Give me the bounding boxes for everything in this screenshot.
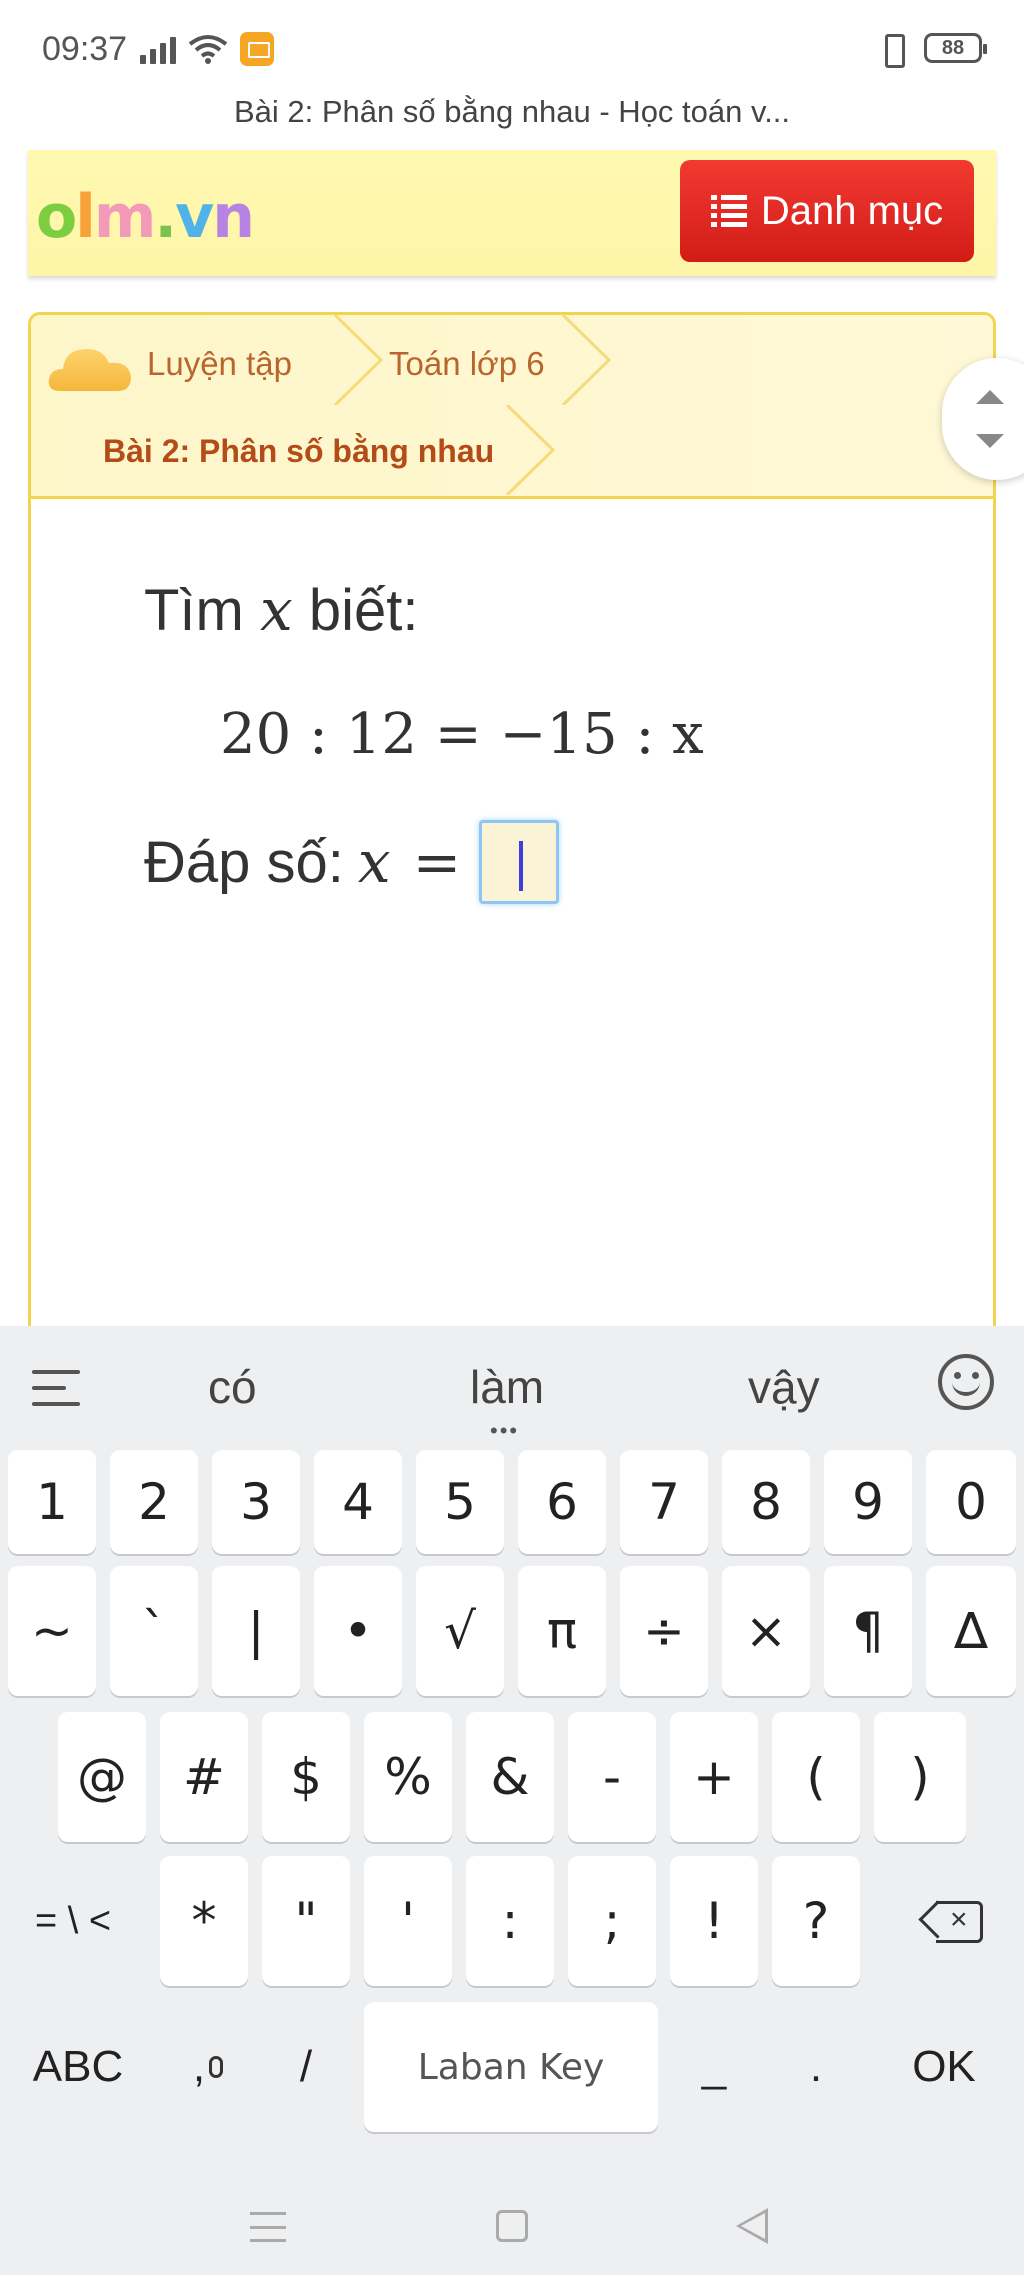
site-logo[interactable]: olm.vn — [36, 182, 255, 252]
key-hyphen[interactable]: - — [568, 1712, 656, 1842]
suggestion-3[interactable]: vậy — [748, 1360, 820, 1414]
category-menu-button[interactable]: Danh mục — [680, 160, 974, 262]
back-icon[interactable] — [736, 2208, 768, 2244]
key-underscore[interactable]: _ — [670, 2002, 758, 2132]
key-7[interactable]: 7 — [620, 1450, 708, 1554]
key-4[interactable]: 4 — [314, 1450, 402, 1554]
key-2[interactable]: 2 — [110, 1450, 198, 1554]
ok-key[interactable]: OK — [874, 2002, 1014, 2132]
backspace-icon: × — [922, 1901, 983, 1943]
breadcrumb-item-practice[interactable]: Luyện tập — [147, 345, 292, 383]
emoji-icon[interactable] — [938, 1354, 994, 1410]
breadcrumb-separator — [505, 405, 556, 495]
key-multiply[interactable]: × — [722, 1566, 810, 1696]
notification-app-icon — [240, 32, 274, 66]
recent-apps-icon[interactable] — [250, 2212, 286, 2242]
more-suggestions-icon[interactable]: ••• — [490, 1418, 519, 1444]
backspace-key[interactable]: × — [892, 1856, 1012, 1986]
key-at[interactable]: @ — [58, 1712, 146, 1842]
key-8[interactable]: 8 — [722, 1450, 810, 1554]
soft-keyboard: có làm ••• vậy 1 2 3 4 5 6 7 8 9 0 ~ ` |… — [0, 1326, 1024, 2275]
key-tilde[interactable]: ~ — [8, 1566, 96, 1696]
key-open-paren[interactable]: ( — [772, 1712, 860, 1842]
status-bar: 09:37 88 — [0, 0, 1024, 90]
key-single-quote[interactable]: ' — [364, 1856, 452, 1986]
key-6[interactable]: 6 — [518, 1450, 606, 1554]
key-sqrt[interactable]: √ — [416, 1566, 504, 1696]
battery-icon: 88 — [924, 33, 987, 63]
key-close-paren[interactable]: ) — [874, 1712, 966, 1842]
home-icon[interactable] — [496, 2210, 528, 2242]
scroll-down-icon[interactable] — [976, 434, 1004, 448]
vibrate-icon — [874, 32, 910, 68]
key-3[interactable]: 3 — [212, 1450, 300, 1554]
system-nav-bar — [0, 2150, 1024, 2275]
site-header: olm.vn Danh mục — [28, 150, 996, 276]
question-prompt: Tìm x biết: — [144, 576, 419, 644]
key-slash[interactable]: / — [262, 2002, 350, 2132]
key-pi[interactable]: π — [518, 1566, 606, 1696]
key-colon[interactable]: : — [466, 1856, 554, 1986]
question-equation: 20 : 12 = −15 : x — [220, 702, 704, 767]
answer-row: Đáp số: x = — [144, 820, 560, 904]
key-divide[interactable]: ÷ — [620, 1566, 708, 1696]
wifi-icon — [188, 35, 228, 64]
suggestion-1[interactable]: có — [208, 1360, 257, 1414]
cloud-icon — [48, 349, 131, 391]
list-icon — [711, 195, 747, 227]
key-percent[interactable]: % — [364, 1712, 452, 1842]
key-semicolon[interactable]: ; — [568, 1856, 656, 1986]
key-5[interactable]: 5 — [416, 1450, 504, 1554]
breadcrumb: Luyện tập Toán lớp 6 Bài 2: Phân số bằng… — [31, 315, 993, 499]
status-time: 09:37 — [42, 30, 128, 68]
key-symbols-page[interactable]: = \ < — [8, 1856, 138, 1986]
key-backtick[interactable]: ` — [110, 1566, 198, 1696]
signal-icon — [140, 34, 176, 64]
browser-page-title: Bài 2: Phân số bằng nhau - Học toán v... — [233, 94, 791, 129]
scroll-up-icon[interactable] — [976, 390, 1004, 404]
key-bullet[interactable]: • — [314, 1566, 402, 1696]
keyboard-menu-icon[interactable] — [32, 1370, 80, 1406]
breadcrumb-separator — [561, 315, 612, 405]
key-pipe[interactable]: | — [212, 1566, 300, 1696]
key-abc[interactable]: ABC — [8, 2002, 148, 2132]
key-asterisk[interactable]: * — [160, 1856, 248, 1986]
suggestion-bar: có làm ••• vậy — [0, 1326, 1024, 1450]
key-1[interactable]: 1 — [8, 1450, 96, 1554]
key-0[interactable]: 0 — [926, 1450, 1016, 1554]
answer-input[interactable] — [479, 820, 560, 904]
breadcrumb-item-current[interactable]: Bài 2: Phân số bằng nhau — [103, 433, 494, 470]
key-comma-mic[interactable]: , — [160, 2002, 256, 2132]
space-key[interactable]: Laban Key — [364, 2002, 658, 2132]
key-9[interactable]: 9 — [824, 1450, 912, 1554]
key-hash[interactable]: # — [160, 1712, 248, 1842]
text-caret — [519, 841, 524, 891]
suggestion-2[interactable]: làm — [470, 1360, 544, 1414]
key-delta[interactable]: ∆ — [926, 1566, 1016, 1696]
category-menu-label: Danh mục — [760, 188, 944, 233]
key-ampersand[interactable]: & — [466, 1712, 554, 1842]
key-plus[interactable]: + — [670, 1712, 758, 1842]
key-period[interactable]: . — [772, 2002, 860, 2132]
key-question[interactable]: ? — [772, 1856, 860, 1986]
key-dollar[interactable]: $ — [262, 1712, 350, 1842]
key-double-quote[interactable]: " — [262, 1856, 350, 1986]
key-pilcrow[interactable]: ¶ — [824, 1566, 912, 1696]
breadcrumb-item-grade6-math[interactable]: Toán lớp 6 — [389, 345, 545, 383]
mic-icon — [209, 2056, 224, 2078]
key-exclamation[interactable]: ! — [670, 1856, 758, 1986]
